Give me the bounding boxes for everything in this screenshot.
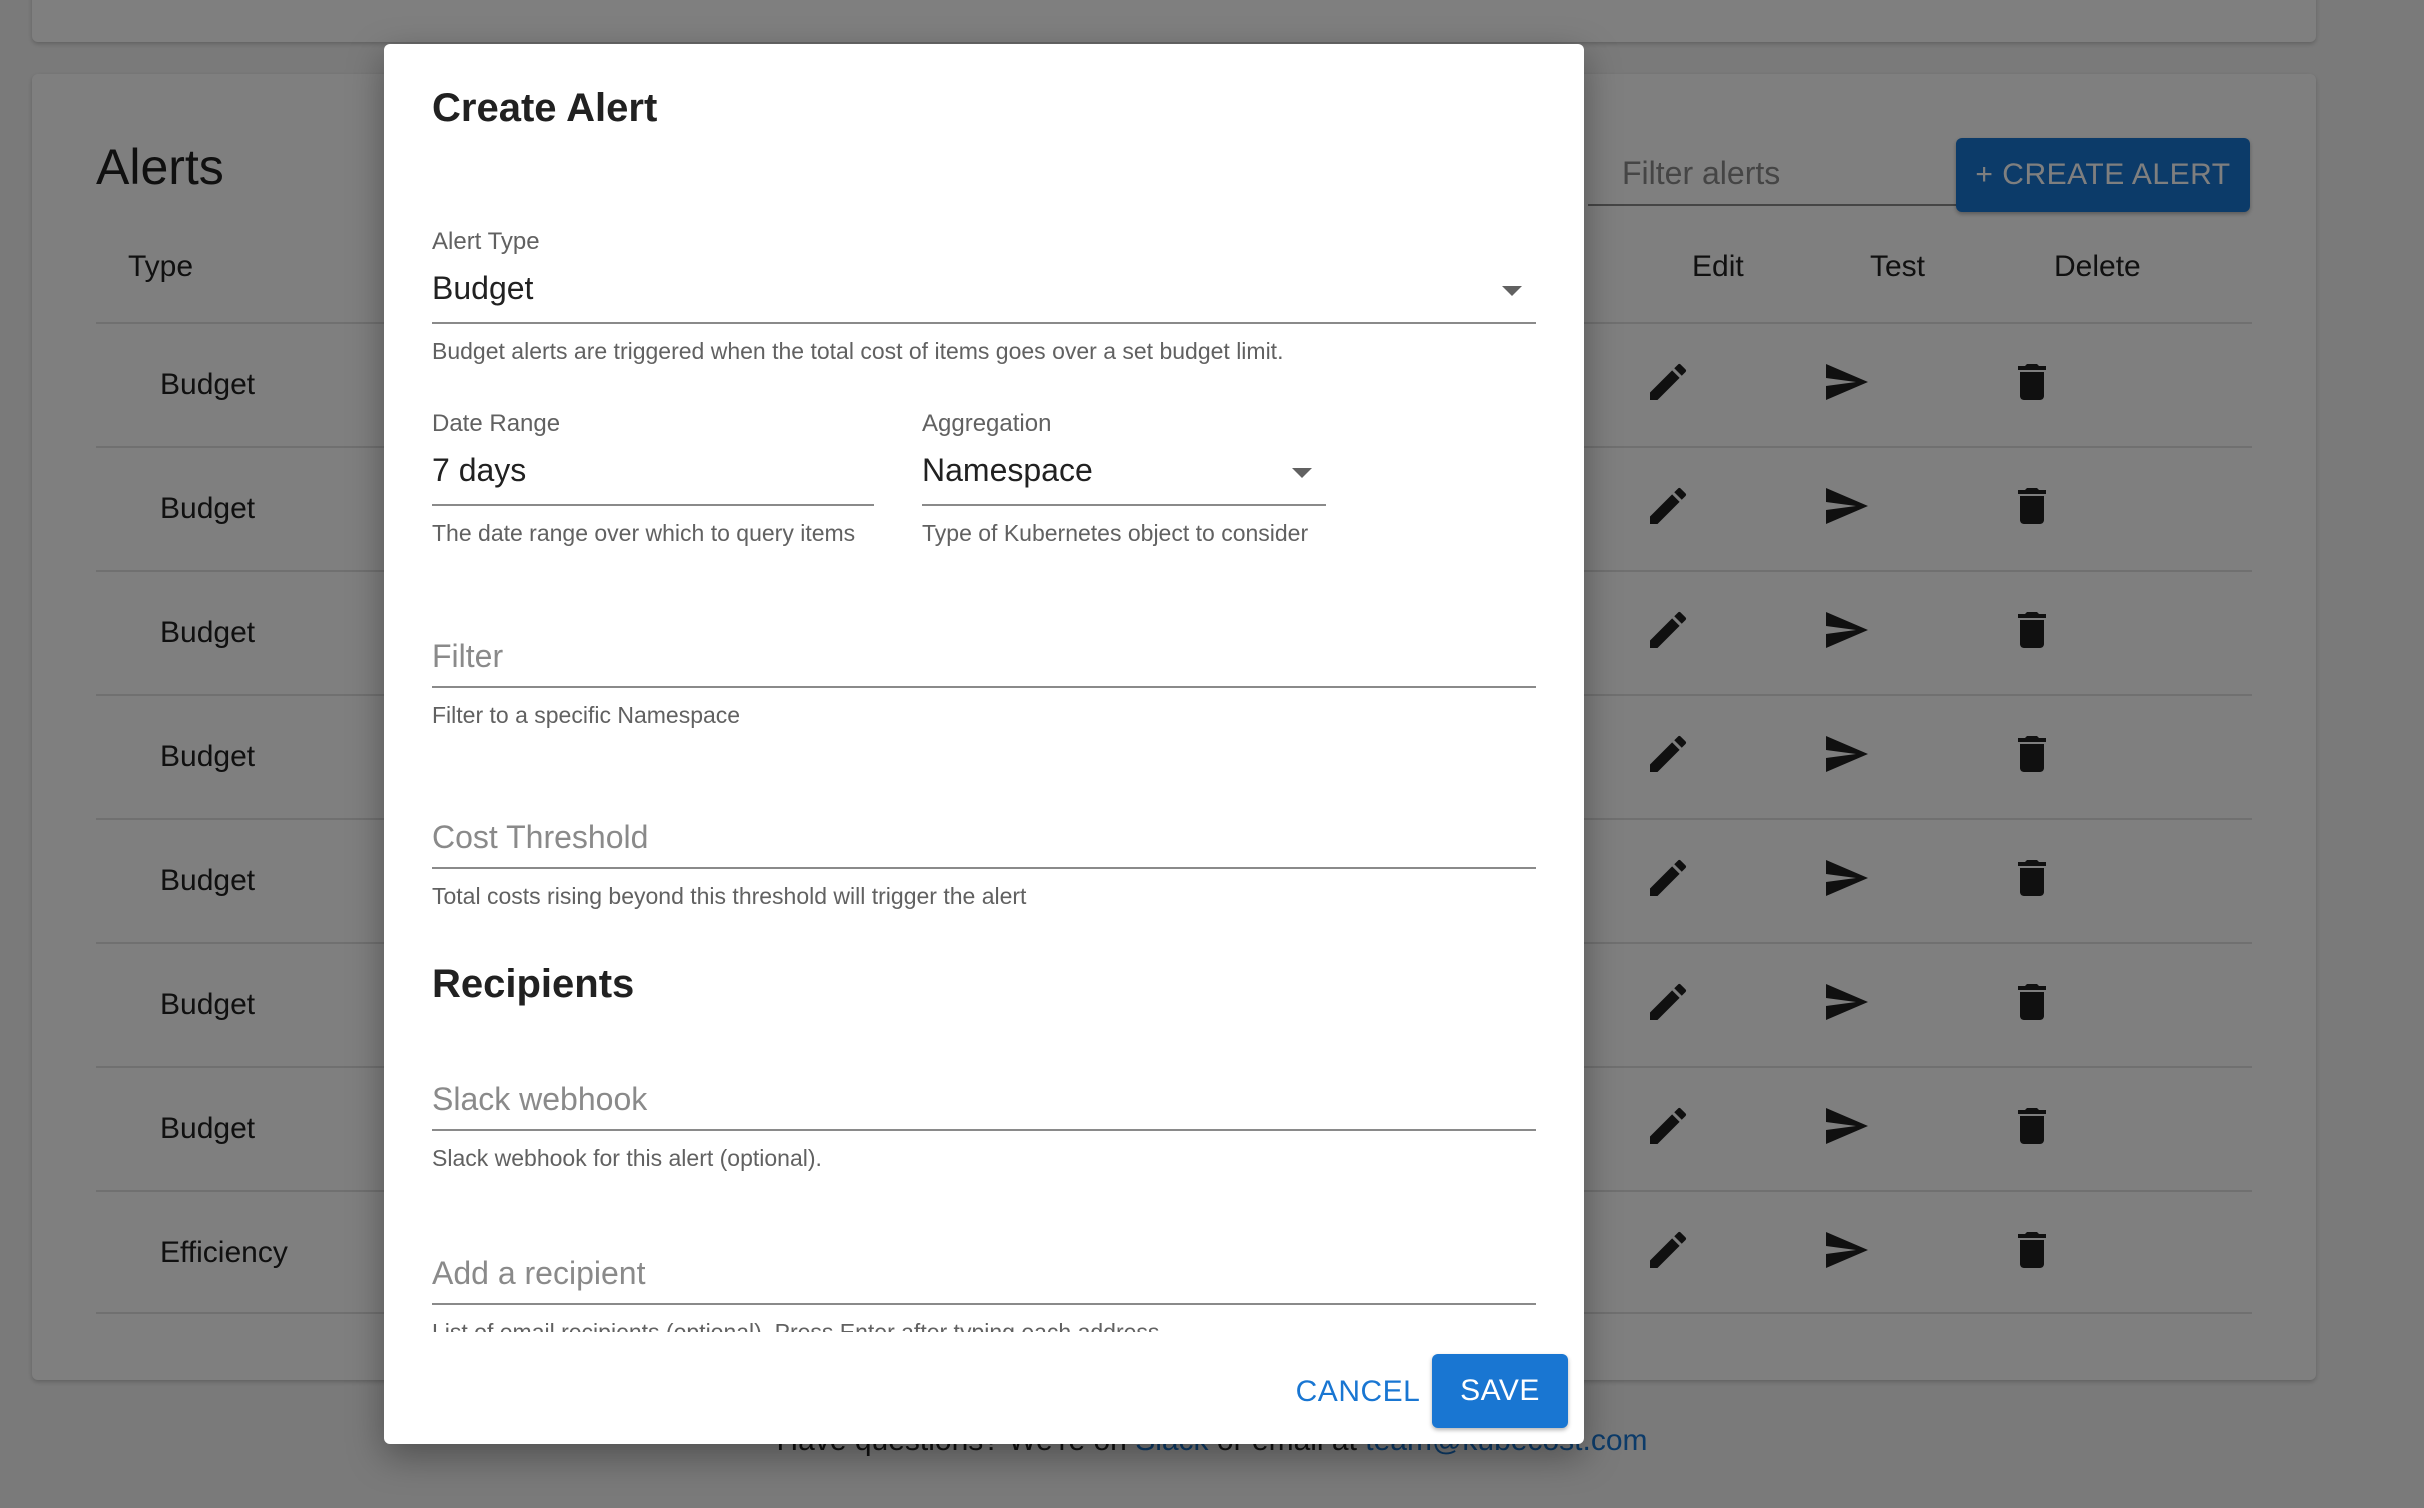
chevron-down-icon[interactable]	[1292, 468, 1312, 478]
date-range-field[interactable]: Date Range 7 days The date range over wh…	[432, 410, 874, 550]
filter-input[interactable]	[432, 634, 1536, 678]
aggregation-value: Namespace	[922, 452, 1093, 488]
aggregation-label: Aggregation	[922, 410, 1052, 437]
cost-threshold-field[interactable]: Total costs rising beyond this threshold…	[432, 801, 1536, 921]
add-recipient-underline	[432, 1303, 1536, 1305]
slack-webhook-input[interactable]	[432, 1077, 1536, 1121]
alert-type-helper: Budget alerts are triggered when the tot…	[432, 338, 1284, 364]
date-range-underline	[432, 504, 874, 506]
date-range-helper: The date range over which to query items	[432, 520, 856, 546]
slack-webhook-field[interactable]: Slack webhook for this alert (optional).	[432, 1063, 1536, 1183]
alert-type-value: Budget	[432, 270, 534, 306]
dialog-title: Create Alert	[432, 86, 658, 130]
cost-threshold-input[interactable]	[432, 815, 1536, 859]
add-recipient-input[interactable]	[432, 1251, 1536, 1295]
save-button[interactable]: SAVE	[1432, 1354, 1568, 1428]
filter-field[interactable]: Filter to a specific Namespace	[432, 620, 1536, 740]
cost-threshold-helper: Total costs rising beyond this threshold…	[432, 883, 1027, 909]
filter-underline	[432, 686, 1536, 688]
filter-helper: Filter to a specific Namespace	[432, 702, 741, 728]
cost-threshold-underline	[432, 867, 1536, 869]
slack-webhook-underline	[432, 1129, 1536, 1131]
date-range-label: Date Range	[432, 410, 561, 437]
alert-type-select[interactable]: Alert Type Budget Budget alerts are trig…	[432, 228, 1536, 368]
date-range-value[interactable]: 7 days	[432, 452, 526, 489]
aggregation-helper: Type of Kubernetes object to consider	[922, 520, 1309, 546]
alert-type-underline	[432, 322, 1536, 324]
chevron-down-icon[interactable]	[1502, 286, 1522, 296]
aggregation-select[interactable]: Aggregation Namespace Type of Kubernetes…	[922, 410, 1326, 550]
dialog-actions-divider	[384, 1332, 1584, 1346]
alert-type-label: Alert Type	[432, 228, 540, 255]
recipients-heading: Recipients	[432, 962, 635, 1006]
aggregation-underline	[922, 504, 1326, 506]
create-alert-dialog: Create Alert Alert Type Budget Budget al…	[384, 44, 1584, 1444]
slack-webhook-helper: Slack webhook for this alert (optional).	[432, 1145, 822, 1171]
cancel-button[interactable]: CANCEL	[1272, 1356, 1444, 1428]
